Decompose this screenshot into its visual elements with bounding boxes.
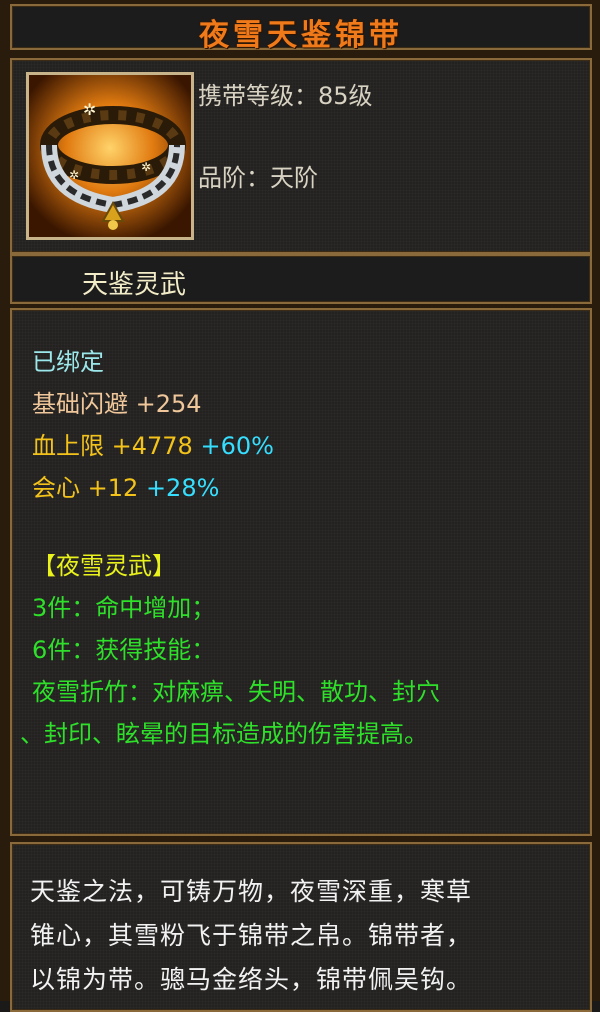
set-bonus-3: 3件：命中增加； (32, 594, 216, 622)
description-line-2: 锥心，其雪粉飞于锦带之帛。锦带者， (30, 921, 473, 950)
stat-dodge-label: 基础闪避 (32, 390, 128, 418)
svg-text:✲: ✲ (83, 100, 96, 119)
stat-dodge-value: +254 (135, 390, 202, 418)
tooltip-frame: 夜雪天鉴锦带 ✲ ✲ ✲ 携带等级：85级 品阶：天阶 天鉴灵武 已绑定 基础闪… (0, 0, 600, 1012)
set-title: 【夜雪灵武】 (32, 552, 176, 580)
description-panel: 天鉴之法，可铸万物，夜雪深重，寒草 锥心，其雪粉飞于锦带之帛。锦带者， 以锦为带… (10, 842, 592, 1012)
item-info-panel: ✲ ✲ ✲ 携带等级：85级 品阶：天阶 (10, 58, 592, 254)
description-line-3: 以锦为带。骢马金络头，锦带佩吴钩。 (30, 965, 473, 994)
stat-hp-label: 血上限 (32, 432, 104, 460)
set-skill-line-1: 夜雪折竹：对麻痹、失明、散功、封穴 (32, 678, 440, 706)
description-line-1: 天鉴之法，可铸万物，夜雪深重，寒草 (30, 877, 473, 906)
stat-dodge: 基础闪避 +254 (32, 384, 202, 419)
svg-text:✲: ✲ (69, 168, 79, 182)
set-skill-line-2: 、封印、眩晕的目标造成的伤害提高。 (20, 720, 428, 748)
set-bonus-6: 6件：获得技能： (32, 636, 216, 664)
stat-crit-value: +12 (87, 474, 139, 502)
suit-name: 天鉴灵武 (82, 270, 187, 300)
bound-status: 已绑定 (32, 348, 104, 376)
stat-crit: 会心 +12 +28% (32, 468, 219, 503)
stats-panel: 已绑定 基础闪避 +254 血上限 +4778 +60% 会心 +12 +28%… (10, 308, 592, 836)
stat-crit-label: 会心 (32, 474, 80, 502)
stat-crit-percent: +28% (145, 474, 220, 502)
carry-level: 携带等级：85级 (198, 82, 373, 110)
stat-hp-percent: +60% (200, 432, 274, 460)
item-grade: 品阶：天阶 (198, 164, 318, 192)
title-bar: 夜雪天鉴锦带 (10, 4, 592, 53)
stat-hp-value: +4778 (111, 432, 193, 460)
suit-panel: 天鉴灵武 (10, 254, 592, 304)
belt-icon: ✲ ✲ ✲ (26, 72, 194, 240)
svg-text:✲: ✲ (141, 160, 151, 174)
stat-hp: 血上限 +4778 +60% (32, 426, 274, 461)
item-name: 夜雪天鉴锦带 (199, 18, 403, 53)
